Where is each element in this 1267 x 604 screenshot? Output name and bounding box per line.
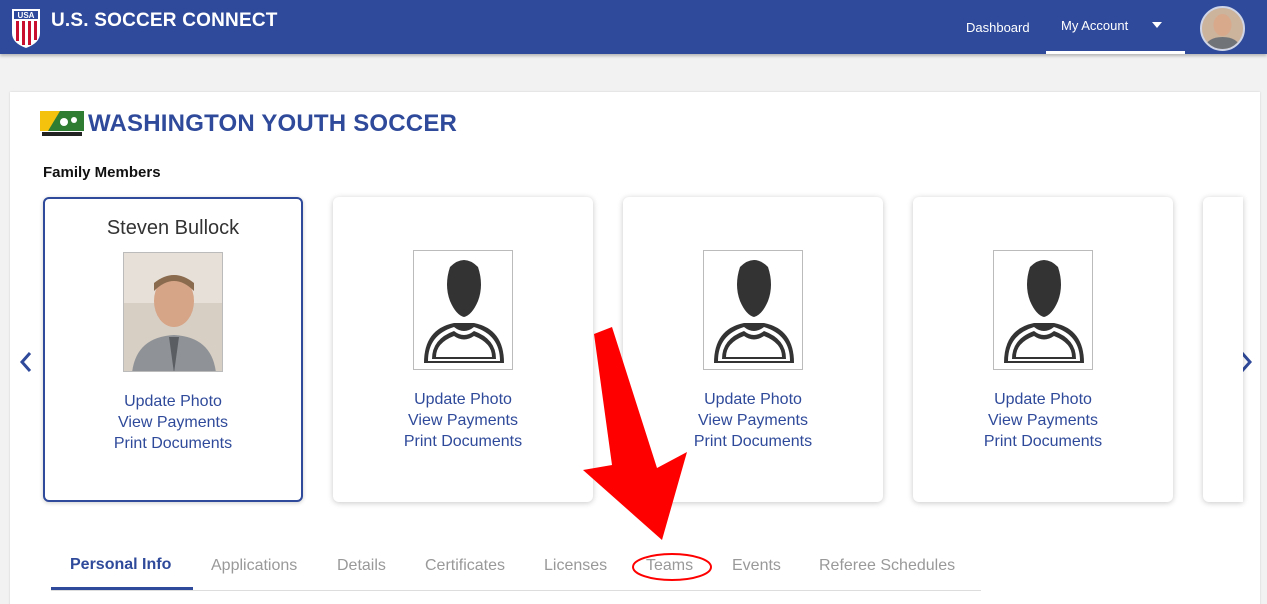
tab-events[interactable]: Events	[732, 557, 781, 575]
chevron-down-icon	[1152, 22, 1162, 28]
member-photo	[123, 252, 223, 372]
member-photo-placeholder	[993, 250, 1093, 370]
member-links: Update Photo View Payments Print Documen…	[45, 391, 301, 454]
print-documents-link[interactable]: Print Documents	[333, 431, 593, 452]
tab-personal-info[interactable]: Personal Info	[70, 556, 171, 574]
member-name: Steven Bullock	[106, 217, 240, 239]
print-documents-link[interactable]: Print Documents	[913, 431, 1173, 452]
update-photo-link[interactable]: Update Photo	[623, 389, 883, 410]
print-documents-link[interactable]: Print Documents	[623, 431, 883, 452]
org-title: WASHINGTON YOUTH SOCCER	[88, 110, 458, 137]
member-photo-placeholder	[703, 250, 803, 370]
tab-referee-schedules[interactable]: Referee Schedules	[819, 557, 955, 575]
main-panel: WASHINGTON YOUTH SOCCER Family Members S…	[10, 92, 1260, 604]
person-silhouette-icon	[1004, 260, 1084, 363]
tab-certificates[interactable]: Certificates	[425, 557, 505, 575]
nav-my-account-label: My Account	[1061, 18, 1129, 33]
chevron-left-icon	[19, 352, 32, 372]
family-members-label: Family Members	[43, 164, 161, 181]
view-payments-link[interactable]: View Payments	[913, 410, 1173, 431]
svg-text:USA: USA	[18, 11, 35, 20]
usa-shield-logo-icon: USA	[10, 7, 42, 48]
update-photo-link[interactable]: Update Photo	[45, 391, 301, 412]
member-card-partial[interactable]	[1203, 197, 1243, 502]
member-card[interactable]: Steven Bullock Update Photo View Payment…	[43, 197, 303, 502]
view-payments-link[interactable]: View Payments	[623, 410, 883, 431]
washington-youth-soccer-logo-icon	[40, 111, 84, 137]
nav-my-account[interactable]: My Account	[1046, 0, 1185, 54]
member-card[interactable]: Update Photo View Payments Print Documen…	[623, 197, 883, 502]
member-photo-placeholder	[413, 250, 513, 370]
member-card[interactable]: Update Photo View Payments Print Documen…	[913, 197, 1173, 502]
member-links: Update Photo View Payments Print Documen…	[623, 389, 883, 452]
profile-tabs: Personal Info Applications Details Certi…	[51, 547, 981, 591]
print-documents-link[interactable]: Print Documents	[45, 433, 301, 454]
nav-dashboard[interactable]: Dashboard	[966, 0, 1030, 54]
person-silhouette-icon	[424, 260, 504, 363]
user-avatar[interactable]	[1200, 6, 1245, 51]
brand-text: U.S. SOCCER CONNECT	[51, 10, 278, 31]
person-silhouette-icon	[714, 260, 794, 363]
view-payments-link[interactable]: View Payments	[333, 410, 593, 431]
update-photo-link[interactable]: Update Photo	[913, 389, 1173, 410]
tab-teams[interactable]: Teams	[646, 557, 693, 575]
member-links: Update Photo View Payments Print Documen…	[333, 389, 593, 452]
carousel-prev-button[interactable]	[16, 350, 36, 374]
view-payments-link[interactable]: View Payments	[45, 412, 301, 433]
brand[interactable]: USA U.S. SOCCER CONNECT	[10, 6, 278, 48]
top-navbar: USA U.S. SOCCER CONNECT Dashboard My Acc…	[0, 0, 1267, 54]
update-photo-link[interactable]: Update Photo	[333, 389, 593, 410]
tab-applications[interactable]: Applications	[211, 557, 297, 575]
member-card[interactable]: Update Photo View Payments Print Documen…	[333, 197, 593, 502]
member-links: Update Photo View Payments Print Documen…	[913, 389, 1173, 452]
active-tab-indicator	[51, 587, 193, 590]
tab-details[interactable]: Details	[337, 557, 386, 575]
tab-licenses[interactable]: Licenses	[544, 557, 607, 575]
